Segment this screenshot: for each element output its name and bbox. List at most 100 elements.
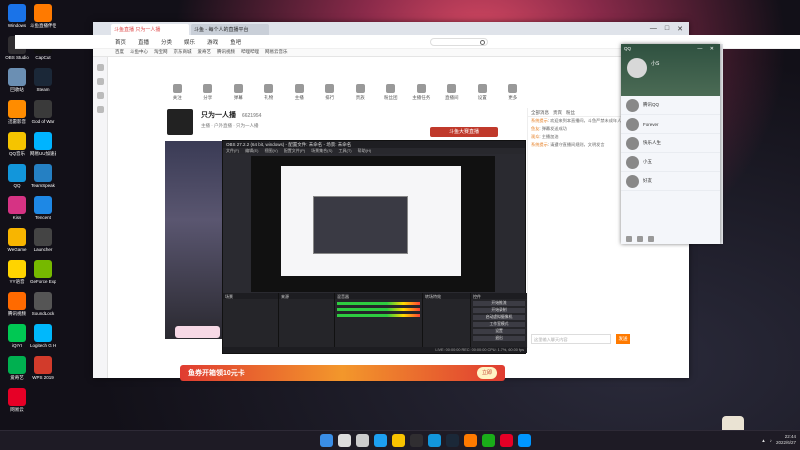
room-tool-button[interactable]: 排行	[318, 83, 343, 101]
qq-contact[interactable]: 腾讯QQ	[621, 96, 720, 115]
bookmark-item[interactable]: 网易云音乐	[265, 49, 288, 55]
room-tool-button[interactable]: 粉丝团	[379, 83, 404, 101]
search-icon[interactable]	[480, 40, 485, 45]
file-icon[interactable]	[648, 236, 654, 242]
site-search-input[interactable]	[430, 38, 488, 46]
room-tool-button[interactable]: 弹幕	[226, 83, 251, 101]
desktop-icon[interactable]: God of War	[30, 100, 56, 124]
chat-tab[interactable]: 贵宾	[553, 110, 562, 115]
desktop-icon[interactable]: 网易UU加速器	[30, 132, 56, 156]
promo-banner[interactable]: 鱼券开箱领10元卡 立即	[180, 365, 505, 381]
chat-input[interactable]: 这里输入聊天内容	[531, 334, 611, 344]
obs-menu-item[interactable]: 文件(F)	[226, 148, 239, 154]
room-tool-button[interactable]: 礼物	[257, 83, 282, 101]
qq-avatar[interactable]	[627, 58, 647, 78]
qq-contact[interactable]: 好友	[621, 172, 720, 191]
desktop-icon[interactable]: Launcher	[30, 228, 56, 252]
desktop-icon[interactable]: 爱奇艺	[4, 356, 30, 380]
taskbar-qq-icon[interactable]	[428, 434, 441, 447]
desktop-icon[interactable]: TeamSpeak	[30, 164, 56, 188]
sidebar-favorite-icon[interactable]	[96, 64, 104, 71]
nav-item[interactable]: 娱乐	[184, 38, 195, 46]
desktop-icon[interactable]: QQ音乐	[4, 132, 30, 156]
desktop-icon[interactable]: Tencent	[30, 196, 56, 220]
menu-icon[interactable]	[626, 236, 632, 242]
qq-contact[interactable]: Forever	[621, 115, 720, 134]
nav-item[interactable]: 分类	[161, 38, 172, 46]
sidebar-history-icon[interactable]	[96, 78, 104, 85]
bookmark-item[interactable]: 斗鱼中心	[130, 49, 148, 55]
taskbar-douyu-icon[interactable]	[464, 434, 477, 447]
settings-icon[interactable]	[637, 236, 643, 242]
qq-window-controls[interactable]: — ✕	[697, 46, 717, 52]
close-button[interactable]: ✕	[677, 25, 683, 33]
obs-control-button[interactable]: 设置	[473, 329, 525, 334]
chat-tab[interactable]: 粉丝	[566, 110, 575, 115]
taskbar-windows-start-icon[interactable]	[320, 434, 333, 447]
minimize-button[interactable]: —	[650, 25, 657, 33]
volume-icon[interactable]: ♪	[770, 438, 772, 443]
obs-menu-item[interactable]: 工具(T)	[338, 148, 351, 154]
bookmark-item[interactable]: 淘宝网	[154, 49, 168, 55]
chat-tab[interactable]: 全部消息	[531, 110, 549, 115]
room-tool-button[interactable]: 直播间	[440, 83, 465, 101]
desktop-icon[interactable]: 网易云	[4, 388, 30, 412]
obs-control-button[interactable]: 开始录制	[473, 308, 525, 313]
desktop-icon[interactable]: 腾讯视频	[4, 292, 30, 316]
bookmark-item[interactable]: 腾讯视频	[217, 49, 235, 55]
obs-menu-item[interactable]: 配置文件(P)	[284, 148, 305, 154]
room-tool-button[interactable]: 更多	[501, 83, 526, 101]
bookmark-item[interactable]: 百度	[115, 49, 124, 55]
clock[interactable]: 22:44 2022/6/27	[776, 434, 796, 446]
nav-item[interactable]: 鱼吧	[230, 38, 241, 46]
room-tool-button[interactable]: 主播	[287, 83, 312, 101]
desktop-icon[interactable]: WeGame	[4, 228, 30, 252]
desktop-icon[interactable]: GeForce Experience	[30, 260, 56, 284]
obs-control-button[interactable]: 退出	[473, 336, 525, 341]
obs-control-button[interactable]: 开始推流	[473, 301, 525, 306]
obs-menu-item[interactable]: 帮助(H)	[358, 148, 372, 154]
nav-item[interactable]: 游戏	[207, 38, 218, 46]
event-banner[interactable]: 斗鱼大赛直播	[430, 127, 498, 137]
obs-control-button[interactable]: 工作室模式	[473, 322, 525, 327]
desktop-icon[interactable]: 迅雷影音	[4, 100, 30, 124]
obs-menu-item[interactable]: 编辑(E)	[245, 148, 258, 154]
nav-item[interactable]: 首页	[115, 38, 126, 46]
taskbar-wechat-icon[interactable]	[482, 434, 495, 447]
chat-sender[interactable]: 系统提示	[531, 142, 548, 147]
desktop-icon[interactable]: SoundLock	[30, 292, 56, 316]
maximize-button[interactable]: □	[665, 25, 669, 33]
tab-douyu-room[interactable]: 斗鱼直播 只为一人播	[111, 23, 189, 35]
qq-contact[interactable]: 小五	[621, 153, 720, 172]
desktop-icon[interactable]: Kiss	[4, 196, 30, 220]
taskbar-steam-icon[interactable]	[446, 434, 459, 447]
room-tool-button[interactable]: 主播任务	[409, 83, 434, 101]
room-tool-button[interactable]: 分享	[196, 83, 221, 101]
bookmark-item[interactable]: 京东商城	[174, 49, 192, 55]
nav-item[interactable]: 直播	[138, 38, 149, 46]
desktop-icon[interactable]: Windows	[4, 4, 30, 28]
taskbar-file-explorer-icon[interactable]	[392, 434, 405, 447]
desktop-icon[interactable]: QQ	[4, 164, 30, 188]
network-icon[interactable]: ▲	[761, 438, 765, 443]
desktop-icon[interactable]: iQIYI	[4, 324, 30, 348]
obs-menu-item[interactable]: 场景集合(S)	[311, 148, 332, 154]
obs-preview[interactable]	[251, 156, 495, 292]
room-tool-button[interactable]: 贵族	[348, 83, 373, 101]
send-button[interactable]: 发送	[616, 334, 630, 344]
obs-menu-item[interactable]: 视图(V)	[264, 148, 277, 154]
qq-contact[interactable]: 快乐人生	[621, 134, 720, 153]
desktop-icon[interactable]: Logitech G HUB	[30, 324, 56, 348]
chat-sender[interactable]: 系统提示	[531, 118, 548, 123]
taskbar-task-view-icon[interactable]	[356, 434, 369, 447]
desktop-icon[interactable]: Steam	[30, 68, 56, 92]
desktop-icon[interactable]: 斗鱼直播伴侣	[30, 4, 56, 28]
anchor-avatar[interactable]	[167, 109, 193, 135]
obs-control-button[interactable]: 启动虚拟摄像机	[473, 315, 525, 320]
taskbar-music-icon[interactable]	[500, 434, 513, 447]
room-tool-button[interactable]: 关注	[165, 83, 190, 101]
taskbar-edge-icon[interactable]	[374, 434, 387, 447]
tab-douyu-home[interactable]: 斗鱼 - 每个人的直播平台	[191, 23, 269, 35]
sidebar-game-icon[interactable]	[96, 106, 104, 113]
promo-button[interactable]: 立即	[477, 367, 497, 379]
